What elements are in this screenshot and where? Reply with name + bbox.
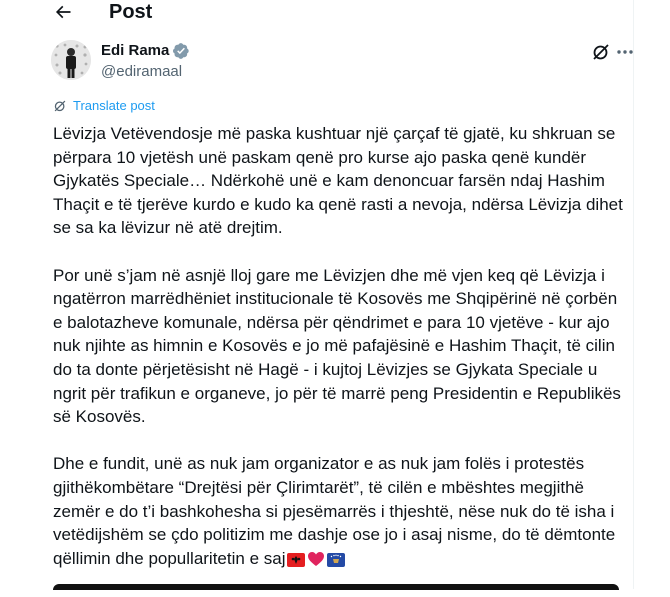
post-paragraph-3: Dhe e fundit, unë as nuk jam organizator… [53,452,623,573]
post-media[interactable] [53,584,619,590]
grok-button[interactable] [591,42,611,62]
flag-kosovo-emoji [327,550,346,574]
grok-icon [593,44,609,60]
more-options-button[interactable] [615,42,635,62]
post-body: Lëvizja Vetëvendosje më paska kushtuar n… [53,122,623,597]
translate-post-label: Translate post [73,98,155,113]
post-paragraph-2: Por unë s’jam në asnjë lloj gare me Lëvi… [53,265,621,427]
post-view: Post Edi Rama @ediramaal Translate post … [35,0,635,590]
author-handle[interactable]: @ediramaal [101,62,182,82]
more-horizontal-icon [617,50,633,54]
red-heart-emoji [307,550,325,574]
flag-albania-emoji [287,550,306,574]
avatar[interactable] [51,40,91,80]
name-row: Edi Rama [101,41,190,61]
post-paragraph-1: Lëvizja Vetëvendosje më paska kushtuar n… [53,124,623,238]
verified-badge-icon [173,43,190,59]
translate-post-link[interactable]: Translate post [53,98,155,113]
page-title: Post [109,1,153,23]
back-button[interactable] [51,0,75,24]
author-name[interactable]: Edi Rama [101,41,169,61]
arrow-left-icon [55,5,71,19]
translate-icon [54,100,66,111]
column-divider [633,0,634,589]
top-bar: Post [35,0,635,26]
post-author: Edi Rama @ediramaal [51,40,633,84]
